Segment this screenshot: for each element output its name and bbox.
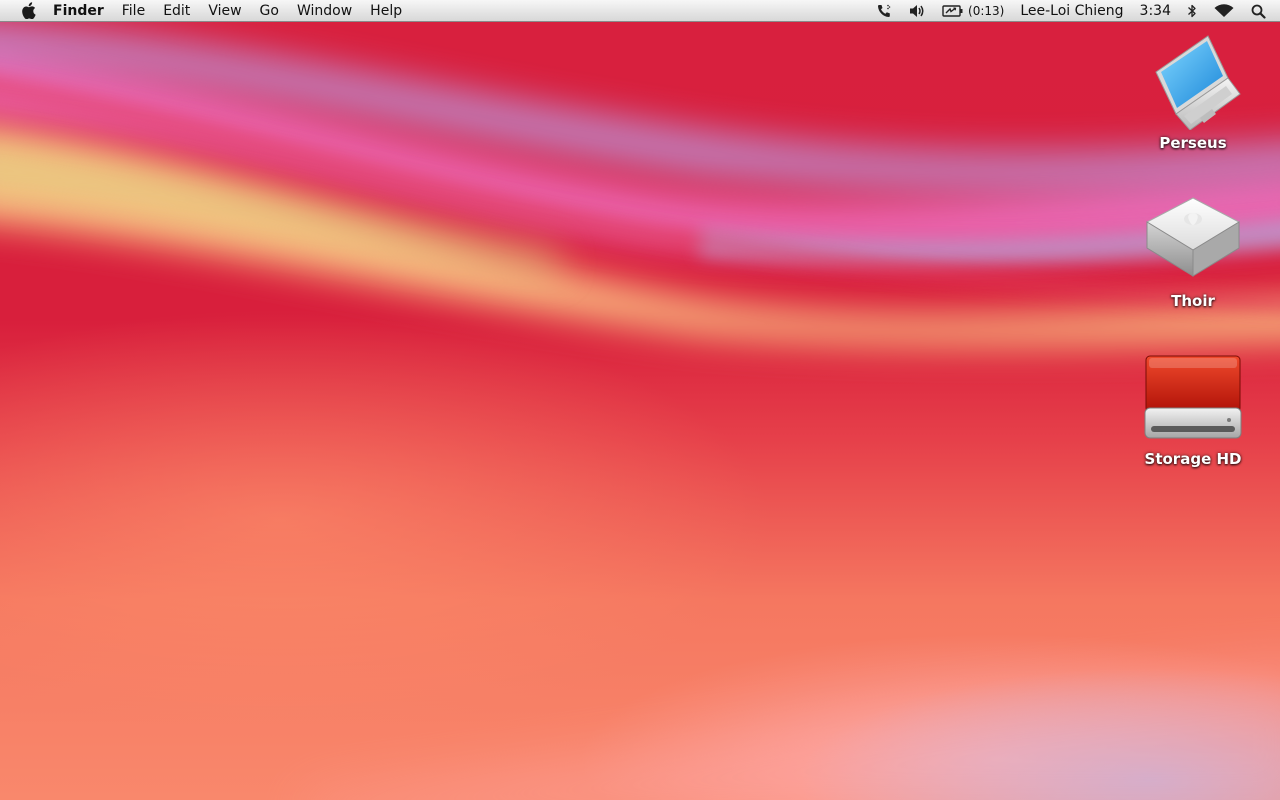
external-hard-drive-icon xyxy=(1143,346,1243,446)
menu-edit[interactable]: Edit xyxy=(154,0,199,22)
clock-time: 3:34 xyxy=(1139,3,1171,19)
desktop-icon-label: Thoir xyxy=(1171,292,1215,310)
battery-time: (0:13) xyxy=(968,4,1005,18)
menu-bar: Finder File Edit View Go Window Help (0:… xyxy=(0,0,1280,22)
app-menu-finder[interactable]: Finder xyxy=(44,0,113,22)
desktop-icon-storage-hd[interactable]: Storage HD xyxy=(1128,346,1258,468)
network-drive-icon xyxy=(1143,188,1243,288)
volume-icon[interactable] xyxy=(900,0,934,22)
clock[interactable]: 3:34 xyxy=(1132,0,1179,22)
wallpaper-waves xyxy=(0,22,1280,800)
user-menu[interactable]: Lee-Loi Chieng xyxy=(1012,0,1131,22)
desktop-icon-thoir[interactable]: Thoir xyxy=(1128,188,1258,310)
desktop-icon-perseus[interactable]: Perseus xyxy=(1128,30,1258,152)
battery-charging-icon xyxy=(942,5,963,17)
battery-status[interactable]: (0:13) xyxy=(934,0,1012,22)
wifi-icon[interactable] xyxy=(1205,0,1243,22)
apple-logo-icon[interactable] xyxy=(16,0,40,22)
menu-window[interactable]: Window xyxy=(288,0,361,22)
menu-view[interactable]: View xyxy=(199,0,250,22)
bluetooth-icon[interactable] xyxy=(1179,0,1205,22)
user-name: Lee-Loi Chieng xyxy=(1020,3,1124,19)
spotlight-search-icon[interactable] xyxy=(1243,0,1280,22)
phone-icon[interactable] xyxy=(868,0,900,22)
desktop-icon-label: Storage HD xyxy=(1144,450,1242,468)
menu-file[interactable]: File xyxy=(113,0,154,22)
desktop-wallpaper[interactable] xyxy=(0,0,1280,800)
desktop-icon-label: Perseus xyxy=(1159,134,1227,152)
menu-go[interactable]: Go xyxy=(251,0,288,22)
laptop-computer-icon xyxy=(1143,30,1243,130)
menu-help[interactable]: Help xyxy=(361,0,411,22)
